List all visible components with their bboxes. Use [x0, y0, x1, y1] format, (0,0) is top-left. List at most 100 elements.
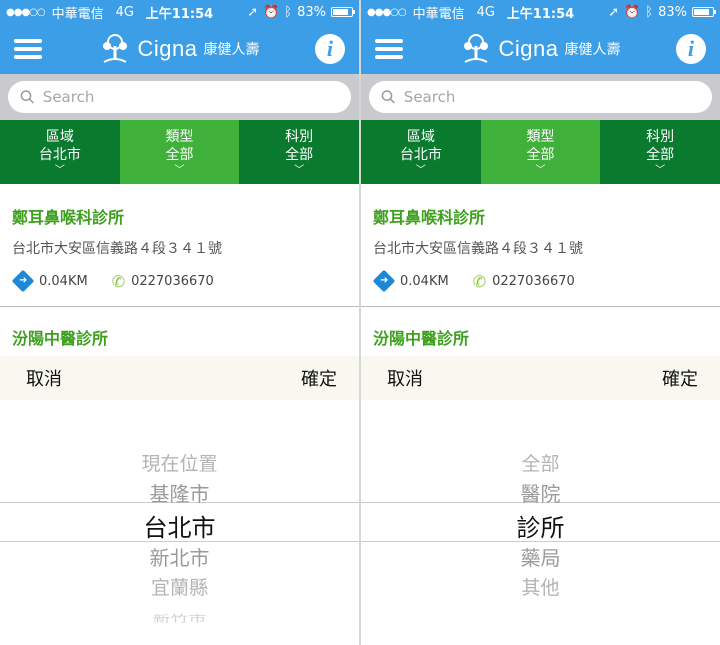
battery-icon: [692, 7, 716, 17]
clinic-name: 鄭耳鼻喉科診所: [373, 208, 486, 227]
chevron-down-icon: ﹀: [655, 164, 666, 176]
region-picker[interactable]: 現在位置 基隆市 台北市 新北市 宜蘭縣新竹市: [0, 400, 359, 645]
directions-icon[interactable]: ➜: [11, 269, 35, 293]
picker-option[interactable]: 現在位置: [0, 449, 359, 476]
chevron-down-icon: ﹀: [294, 164, 305, 176]
filter-value: 台北市: [38, 146, 81, 163]
search-bar: [0, 74, 359, 120]
clinic-phone[interactable]: 0227036670: [492, 274, 575, 289]
clinic-card[interactable]: 鄭耳鼻喉科診所 台北市大安區信義路４段３４１號 ➜ 0.04KM ✆ 02270…: [0, 184, 359, 293]
clinic-name[interactable]: 汾陽中醫診所: [361, 307, 720, 355]
phone-icon[interactable]: ✆: [473, 272, 486, 291]
picker-option[interactable]: 其他: [361, 573, 720, 600]
clinic-name: 鄭耳鼻喉科診所: [12, 208, 125, 227]
picker-option[interactable]: 宜蘭縣: [0, 573, 359, 600]
bluetooth-icon: ᛒ: [284, 4, 293, 20]
network-type: 4G: [476, 4, 496, 20]
cigna-logo: Cigna 康健人壽: [459, 32, 621, 66]
clinic-name[interactable]: 汾陽中醫診所: [0, 307, 359, 355]
info-icon[interactable]: i: [675, 34, 706, 64]
search-input[interactable]: [401, 87, 712, 107]
clinic-address: 台北市大安區信義路４段３４１號: [12, 241, 222, 257]
battery-icon: [331, 7, 355, 17]
clinic-card[interactable]: 鄭耳鼻喉科診所 台北市大安區信義路４段３４１號 ➜ 0.04KM ✆ 02270…: [361, 184, 720, 293]
network-type: 4G: [115, 4, 135, 20]
filter-value: 全部: [526, 146, 555, 163]
picker-toolbar: 取消 確定: [361, 356, 720, 400]
picker-option[interactable]: 基隆市: [0, 478, 359, 507]
status-bar: ●●●○○ 中華電信 4G 上午11:54 ➚ ⏰ ᛒ 83%: [0, 0, 359, 24]
location-arrow-icon: ➚: [247, 4, 259, 20]
tree-logo-icon: [463, 34, 488, 63]
alarm-icon: ⏰: [624, 4, 641, 20]
brand-subtitle: 康健人壽: [564, 42, 621, 58]
phone-icon[interactable]: ✆: [112, 272, 125, 291]
info-icon[interactable]: i: [314, 34, 345, 64]
search-box[interactable]: [369, 81, 712, 113]
confirm-button[interactable]: 確定: [301, 365, 337, 391]
carrier: 中華電信: [412, 6, 465, 22]
signal-dots: ●●●○○: [6, 6, 46, 18]
cigna-logo: Cigna 康健人壽: [98, 32, 260, 66]
confirm-button[interactable]: 確定: [662, 365, 698, 391]
picker-option[interactable]: 台北市: [0, 508, 359, 543]
alarm-icon: ⏰: [263, 4, 280, 20]
search-icon: [20, 90, 34, 104]
signal-dots: ●●●○○: [367, 6, 407, 18]
bluetooth-icon: ᛒ: [645, 4, 654, 20]
brand-name: Cigna: [498, 36, 559, 61]
picker-option[interactable]: 藥局: [361, 542, 720, 571]
directions-icon[interactable]: ➜: [372, 269, 396, 293]
battery-percent: 83%: [297, 4, 326, 20]
filter-label: 類型: [165, 128, 194, 145]
cancel-button[interactable]: 取消: [26, 365, 62, 391]
phone-screen-left: ●●●○○ 中華電信 4G 上午11:54 ➚ ⏰ ᛒ 83% Cigna 康健…: [0, 0, 359, 645]
filter-label: 類型: [526, 128, 555, 145]
search-icon: [381, 90, 395, 104]
filter-region[interactable]: 區域 台北市 ﹀: [0, 120, 120, 184]
clinic-distance: 0.04KM: [400, 273, 449, 289]
clinic-address: 台北市大安區信義路４段３４１號: [373, 241, 583, 257]
clinic-distance: 0.04KM: [39, 273, 88, 289]
battery-percent: 83%: [658, 4, 687, 20]
filter-type[interactable]: 類型 全部 ﹀: [119, 120, 240, 184]
type-picker[interactable]: 全部 醫院 診所 藥局 其他: [361, 400, 720, 645]
cancel-button[interactable]: 取消: [387, 365, 423, 391]
filter-department[interactable]: 科別 全部 ﹀: [239, 120, 359, 184]
picker-option[interactable]: 新北市: [0, 542, 359, 571]
search-input[interactable]: [40, 87, 351, 107]
phone-screen-right: ●●●○○ 中華電信 4G 上午11:54 ➚ ⏰ ᛒ 83% Cigna 康健…: [361, 0, 720, 645]
picker-option[interactable]: 全部: [361, 449, 720, 476]
app-header: Cigna 康健人壽 i: [0, 24, 359, 74]
filter-value: 全部: [165, 146, 194, 163]
tree-logo-icon: [102, 34, 127, 63]
filter-department[interactable]: 科別 全部 ﹀: [600, 120, 720, 184]
search-bar: [361, 74, 720, 120]
chevron-down-icon: ﹀: [535, 164, 546, 176]
search-box[interactable]: [8, 81, 351, 113]
chevron-down-icon: ﹀: [415, 164, 426, 176]
picker-option[interactable]: 新竹市: [0, 611, 359, 625]
filter-label: 科別: [646, 128, 675, 145]
brand-subtitle: 康健人壽: [203, 42, 260, 58]
chevron-down-icon: ﹀: [174, 164, 185, 176]
menu-icon[interactable]: [14, 39, 42, 59]
picker-toolbar: 取消 確定: [0, 356, 359, 400]
filter-label: 區域: [45, 128, 74, 145]
menu-icon[interactable]: [375, 39, 403, 59]
clinic-phone[interactable]: 0227036670: [131, 274, 214, 289]
filter-label: 科別: [285, 128, 314, 145]
filter-label: 區域: [406, 128, 435, 145]
filter-value: 台北市: [399, 146, 442, 163]
picker-option[interactable]: 診所: [361, 508, 720, 543]
chevron-down-icon: ﹀: [54, 164, 65, 176]
picker-option[interactable]: 醫院: [361, 478, 720, 507]
filter-value: 全部: [646, 146, 675, 163]
filter-bar: 區域 台北市 ﹀ 類型 全部 ﹀ 科別 全部 ﹀: [361, 120, 720, 184]
location-arrow-icon: ➚: [608, 4, 620, 20]
app-header: Cigna 康健人壽 i: [361, 24, 720, 74]
brand-name: Cigna: [137, 36, 198, 61]
filter-bar: 區域 台北市 ﹀ 類型 全部 ﹀ 科別 全部 ﹀: [0, 120, 359, 184]
filter-type[interactable]: 類型 全部 ﹀: [480, 120, 601, 184]
filter-region[interactable]: 區域 台北市 ﹀: [361, 120, 481, 184]
